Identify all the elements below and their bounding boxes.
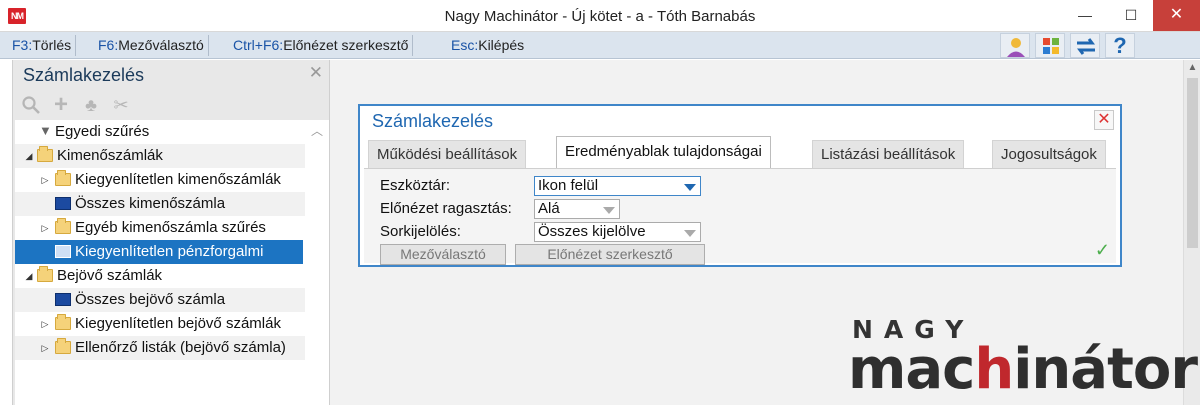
collapsed-icon[interactable]: ▷: [39, 312, 51, 336]
minimize-button[interactable]: —: [1062, 0, 1108, 31]
tree-item-unpaid-incoming[interactable]: ▷ Kiegyenlítetlen bejövő számlák: [15, 312, 305, 336]
shortcut-label: Törlés: [32, 37, 72, 53]
dialog-close-button[interactable]: ✕: [1094, 110, 1114, 130]
field-chooser-button[interactable]: Mezőválasztó: [380, 244, 506, 265]
tree-scroll-up-icon[interactable]: ︿: [311, 122, 323, 139]
folder-icon: [37, 146, 53, 162]
panel-close-icon[interactable]: ✕: [309, 63, 323, 83]
tree-item-custom-filter[interactable]: ▼ Egyedi szűrés: [15, 120, 305, 144]
tree-item-label: Összes bejövő számla: [75, 291, 226, 308]
window-title: Nagy Machinátor - Új kötet - a - Tóth Ba…: [444, 8, 756, 25]
tree-item-label: Bejövő számlák: [57, 267, 163, 284]
tree-item-label: Kimenőszámlák: [57, 147, 163, 164]
expanded-icon[interactable]: ◢: [23, 264, 35, 288]
preview-attach-value: Alá: [538, 200, 560, 217]
tree-item-label: Kiegyenlítetlen kimenőszámlák: [75, 171, 281, 188]
monitor-icon: [55, 293, 71, 306]
shortcut-key: F3:: [12, 37, 33, 53]
scroll-up-icon[interactable]: ▲: [1184, 62, 1200, 73]
filter-icon: ▼: [39, 123, 52, 138]
shortcut-key: Esc:: [451, 37, 479, 53]
collapsed-icon[interactable]: ▷: [39, 336, 51, 360]
checkmark-icon[interactable]: ✓: [1095, 240, 1110, 261]
shortcut-field-chooser[interactable]: F6:Mezőválasztó: [94, 35, 209, 56]
toolbar-field-label: Eszköztár:: [380, 177, 451, 194]
tree-item-other-outgoing-filter[interactable]: ▷ Egyéb kimenőszámla szűrés: [15, 216, 305, 240]
dialog-title: Számlakezelés: [372, 111, 494, 131]
tree-item-label: Egyedi szűrés: [55, 123, 150, 140]
tree-item-label: Kiegyenlítetlen pénzforgalmi: [75, 243, 264, 260]
logo-part: mac: [848, 337, 975, 402]
monitor-icon: [55, 197, 71, 210]
title-bar: NM Nagy Machinátor - Új kötet - a - Tóth…: [0, 0, 1200, 32]
shortcut-exit[interactable]: Esc:Kilépés: [447, 35, 528, 56]
tree-item-unpaid-cash-basis[interactable]: Kiegyenlítetlen pénzforgalmi: [15, 240, 303, 264]
user-icon[interactable]: [1000, 33, 1030, 58]
main-area: ▲ Számlakezelés ✕ Működési beállítások E…: [330, 60, 1200, 405]
collapsed-icon[interactable]: ▷: [39, 216, 51, 240]
tree-item-label: Egyéb kimenőszámla szűrés: [75, 219, 266, 236]
row-selection-value: Összes kijelölve: [538, 223, 646, 240]
tab-listing-settings[interactable]: Listázási beállítások: [812, 140, 965, 168]
preview-editor-button[interactable]: Előnézet szerkesztő: [515, 244, 705, 265]
folder-icon: [55, 218, 71, 234]
settings-dialog: Számlakezelés ✕ Működési beállítások Ere…: [358, 104, 1122, 267]
tools-icon[interactable]: ✂: [111, 95, 131, 115]
scrollbar-thumb[interactable]: [1187, 78, 1198, 248]
shortcut-key: Ctrl+F6:: [233, 37, 284, 53]
tree-item-label: Összes kimenőszámla: [75, 195, 226, 212]
shortcut-label: Kilépés: [478, 37, 525, 53]
nagy-machinator-logo: NAGY machinátor: [848, 315, 1198, 405]
invoice-tree: ▼ Egyedi szűrés ◢ Kimenőszámlák ▷ Kiegye…: [15, 120, 329, 405]
expanded-icon[interactable]: ◢: [23, 144, 35, 168]
shortcut-label: Előnézet szerkesztő: [283, 37, 409, 53]
folder-icon: [55, 170, 71, 186]
tree-item-unpaid-outgoing[interactable]: ▷ Kiegyenlítetlen kimenőszámlák: [15, 168, 305, 192]
panel-title: Számlakezelés: [23, 65, 145, 85]
tree-icon[interactable]: ♣: [81, 95, 101, 115]
shortcut-key: F6:: [98, 37, 119, 53]
shortcut-preview-editor[interactable]: Ctrl+F6:Előnézet szerkesztő: [229, 35, 414, 56]
chevron-down-icon: [684, 230, 696, 237]
toolbar-select[interactable]: Ikon felül: [534, 176, 701, 196]
toolbar-select-value: Ikon felül: [538, 177, 599, 194]
preview-attach-label: Előnézet ragasztás:: [380, 200, 512, 217]
row-selection-select[interactable]: Összes kijelölve: [534, 222, 701, 242]
windows-icon[interactable]: [1035, 33, 1065, 58]
maximize-button[interactable]: ☐: [1108, 0, 1154, 31]
tab-permissions[interactable]: Jogosultságok: [992, 140, 1106, 168]
add-icon[interactable]: +: [51, 93, 71, 117]
tree-item-outgoing-invoices[interactable]: ◢ Kimenőszámlák: [15, 144, 305, 168]
tab-result-window-properties[interactable]: Eredményablak tulajdonságai: [556, 136, 771, 169]
logo-bottom-text: machinátor: [848, 337, 1198, 402]
tree-item-label: Kiegyenlítetlen bejövő számlák: [75, 315, 281, 332]
search-icon[interactable]: [21, 95, 41, 115]
tree-item-incoming-invoices[interactable]: ◢ Bejövő számlák: [15, 264, 305, 288]
folder-icon: [37, 266, 53, 282]
tree-item-label: Ellenőrző listák (bejövő számla): [75, 339, 286, 356]
dialog-body: Eszköztár: Ikon felül Előnézet ragasztás…: [364, 168, 1116, 265]
logo-part: inátor: [1013, 337, 1198, 402]
tree-item-all-incoming[interactable]: Összes bejövő számla: [15, 288, 305, 312]
tab-operation-settings[interactable]: Működési beállítások: [368, 140, 527, 168]
row-selection-label: Sorkijelölés:: [380, 223, 461, 240]
tree-item-all-outgoing[interactable]: Összes kimenőszámla: [15, 192, 305, 216]
collapsed-icon[interactable]: ▷: [39, 168, 51, 192]
tree-item-checklists-incoming[interactable]: ▷ Ellenőrző listák (bejövő számla): [15, 336, 305, 360]
sync-arrows-icon[interactable]: [1070, 33, 1100, 58]
chevron-down-icon: [684, 184, 696, 191]
folder-icon: [55, 314, 71, 330]
invoice-panel: Számlakezelés ✕ + ♣ ✂ ▼ Egyedi szűrés ◢ …: [12, 60, 330, 405]
shortcut-delete[interactable]: F3:Törlés: [8, 35, 77, 56]
help-icon[interactable]: ?: [1105, 33, 1135, 58]
shortcut-bar: F3:Törlés F6:Mezőválasztó Ctrl+F6:Előnéz…: [0, 32, 1200, 59]
folder-icon: [55, 338, 71, 354]
shortcut-label: Mezőválasztó: [118, 37, 204, 53]
monitor-icon: [55, 245, 71, 258]
chevron-down-icon: [603, 207, 615, 214]
preview-attach-select[interactable]: Alá: [534, 199, 620, 219]
logo-accent-letter: h: [974, 337, 1014, 402]
close-window-button[interactable]: ✕: [1153, 0, 1200, 31]
